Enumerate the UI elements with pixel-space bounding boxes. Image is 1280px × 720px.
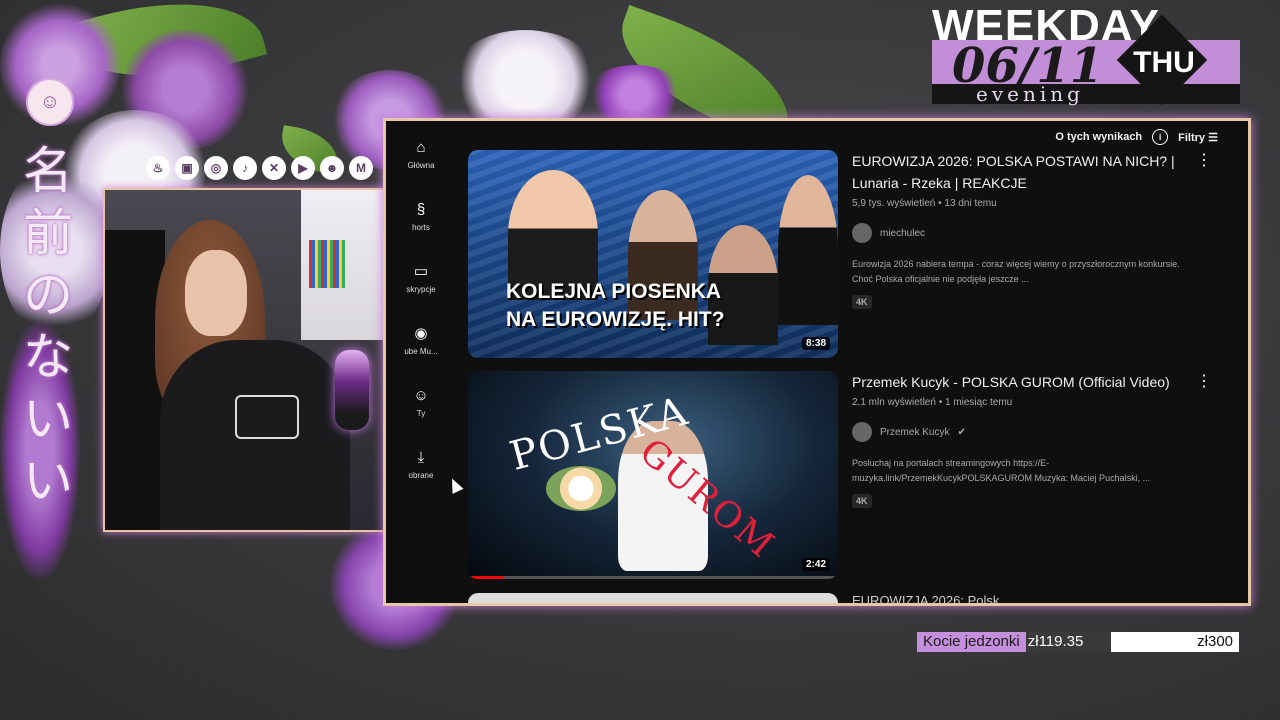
vertical-char: の	[20, 264, 76, 326]
sidebar-item-label: obrane	[409, 471, 434, 480]
channel-name: Przemek Kucyk	[880, 427, 949, 438]
vertical-char: 名	[20, 140, 76, 202]
video-meta: 2,1 mln wyświetleń • 1 miesiąc temu	[852, 397, 1192, 408]
sidebar-item-label: Ty	[417, 409, 425, 418]
channel-avatar	[852, 422, 872, 442]
vertical-char: 前	[20, 202, 76, 264]
weekday-widget: WEEKDAY 06/11 THU evening	[932, 8, 1240, 108]
about-results-link[interactable]: O tych wynikach	[1055, 131, 1142, 143]
thumbnail-caption: NA EUROWIZJĘ. HIT?	[506, 306, 725, 334]
tiktok-icon: ♪	[233, 156, 257, 180]
verified-icon: ✔	[957, 427, 965, 438]
x-icon: ✕	[262, 156, 286, 180]
you-icon: ☺	[411, 387, 431, 405]
microphone	[335, 350, 369, 430]
vertical-char: い	[20, 450, 76, 512]
video-title[interactable]: EUROWIZJA 2026: POLSKA POSTAWI NA NICH? …	[852, 150, 1192, 194]
video-title[interactable]: Przemek Kucyk - POLSKA GUROM (Official V…	[852, 371, 1192, 393]
streamer-avatar: ☺	[26, 78, 74, 126]
sidebar-item-home[interactable]: ⌂ Główna	[386, 139, 456, 170]
discord-icon: ☻	[320, 156, 344, 180]
sidebar-item-label: horts	[412, 223, 430, 232]
vertical-japanese-text: 名 前 の な い い	[20, 140, 76, 512]
video-thumbnail[interactable]: KOLEJNA PIOSENKA NA EUROWIZJĘ. HIT? 8:38	[468, 150, 838, 358]
vertical-char: な	[20, 326, 76, 388]
instagram-icon: ◎	[204, 156, 228, 180]
more-options-icon[interactable]: ⋮	[1196, 150, 1212, 170]
downloads-icon: ⤓	[411, 449, 431, 467]
info-icon[interactable]: i	[1152, 129, 1168, 145]
thumbnail-caption: KOLEJNA PIOSENKA	[506, 278, 725, 306]
video-result[interactable]: KOLEJNA PIOSENKA NA EUROWIZJĘ. HIT? 8:38…	[468, 150, 1228, 360]
sidebar-item-shorts[interactable]: § horts	[386, 201, 456, 232]
youtube-window: ⌂ Główna § horts ▭ skrypcje ◉ ube Mu... …	[383, 118, 1251, 606]
subscriptions-icon: ▭	[411, 263, 431, 281]
home-icon: ⌂	[411, 139, 431, 157]
video-thumbnail-partial[interactable]	[468, 593, 838, 603]
filters-label: Filtry	[1178, 132, 1205, 144]
goal-label: Kocie jedzonki	[917, 632, 1026, 652]
video-result[interactable]: POLSKA GUROM 2:42 Przemek Kucyk - POLSKA…	[468, 371, 1228, 581]
sidebar-item-label: skrypcje	[406, 285, 435, 294]
filter-sliders-icon: ☰	[1208, 132, 1218, 144]
results-topbar: O tych wynikach i Filtry ☰	[1055, 129, 1218, 145]
channel-link[interactable]: Przemek Kucyk ✔	[852, 422, 1192, 442]
video-duration: 2:42	[802, 558, 830, 571]
more-options-icon[interactable]: ⋮	[1196, 371, 1212, 391]
goal-target: zł300	[1197, 632, 1233, 652]
sidebar-item-downloads[interactable]: ⤓ obrane	[386, 449, 456, 480]
video-thumbnail[interactable]: POLSKA GUROM 2:42	[468, 371, 838, 579]
weekday-period: evening	[976, 82, 1084, 106]
social-icons-row: ♨ ▣ ◎ ♪ ✕ ▶ ☻ M	[146, 156, 373, 180]
vertical-char: い	[20, 388, 76, 450]
youtube-music-icon: ◉	[411, 325, 431, 343]
goal-progress-bar: zł119.35 zł300	[1026, 632, 1239, 652]
shorts-icon: §	[411, 201, 431, 219]
video-description: Posłuchaj na portalach streamingowych ht…	[852, 456, 1192, 486]
video-description: Eurowizja 2026 nabiera tempa - coraz wię…	[852, 257, 1192, 287]
kofi-icon: ♨	[146, 156, 170, 180]
channel-name: miechulec	[880, 228, 925, 239]
webcam-feed	[103, 188, 413, 532]
sidebar-item-youtube-music[interactable]: ◉ ube Mu...	[386, 325, 456, 356]
goal-current: zł119.35	[1028, 632, 1084, 652]
sidebar-item-subscriptions[interactable]: ▭ skrypcje	[386, 263, 456, 294]
weekday-day: THU	[1132, 46, 1196, 80]
channel-link[interactable]: miechulec	[852, 223, 1192, 243]
youtube-icon: ▶	[291, 156, 315, 180]
youtube-sidebar: ⌂ Główna § horts ▭ skrypcje ◉ ube Mu... …	[386, 121, 456, 603]
filters-button[interactable]: Filtry ☰	[1178, 131, 1218, 144]
quality-badge: 4K	[852, 295, 872, 309]
sidebar-item-label: Główna	[407, 161, 434, 170]
twitch-icon: ▣	[175, 156, 199, 180]
gmail-icon: M	[349, 156, 373, 180]
channel-avatar	[852, 223, 872, 243]
video-title-partial[interactable]: EUROWIZJA 2026: Polsk...	[852, 593, 1010, 606]
donation-goal: Kocie jedzonki zł119.35 zł300	[917, 632, 1239, 652]
quality-badge: 4K	[852, 494, 872, 508]
video-meta: 5,9 tys. wyświetleń • 13 dni temu	[852, 198, 1192, 209]
sidebar-item-you[interactable]: ☺ Ty	[386, 387, 456, 418]
sidebar-item-label: ube Mu...	[404, 347, 437, 356]
video-duration: 8:38	[802, 337, 830, 350]
watch-progress-bar	[468, 576, 504, 579]
